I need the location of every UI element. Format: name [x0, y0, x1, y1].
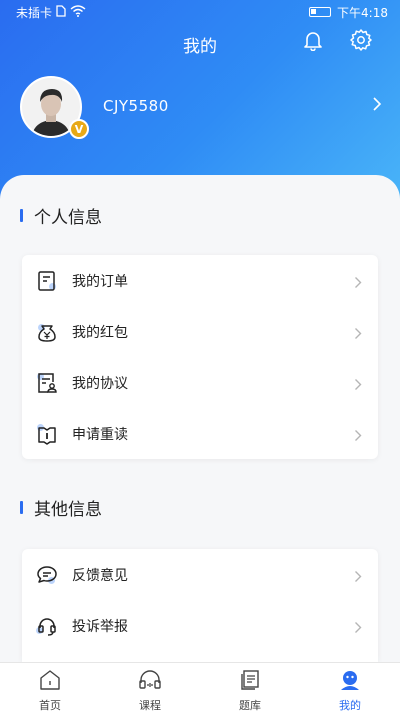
status-bar: 未插卡 下午4:18: [0, 0, 400, 24]
section-title-personal: 个人信息: [20, 203, 102, 228]
content-panel: 个人信息 我的订单 我的红包 我的协议 申请重读 其他信息 反馈意见 投诉举报: [0, 175, 400, 662]
tab-course[interactable]: 课程: [100, 663, 200, 711]
menu-item-label: 投诉举报: [72, 618, 128, 635]
other-info-card: 反馈意见 投诉举报: [22, 549, 378, 662]
menu-item-label: 反馈意见: [72, 567, 128, 584]
carrier-label: 未插卡: [16, 5, 53, 20]
question-bank-icon: [238, 669, 262, 695]
chevron-right-icon: [354, 325, 362, 344]
username: CJY5580: [103, 97, 169, 115]
section-marker: [20, 209, 23, 222]
sim-icon: [56, 4, 66, 20]
battery-icon: [309, 7, 332, 17]
reread-icon: [36, 423, 58, 445]
order-icon: [36, 270, 58, 292]
profile-header: 未插卡 下午4:18 我的 V CJY5580: [0, 0, 400, 200]
page-title: 我的: [183, 37, 217, 57]
red-packet-icon: [36, 321, 58, 343]
menu-item-label: 我的订单: [72, 273, 128, 290]
feedback-icon: [36, 564, 58, 586]
profile-row[interactable]: V CJY5580: [20, 76, 390, 139]
menu-item-red-packet[interactable]: 我的红包: [22, 306, 378, 357]
chevron-right-icon: [354, 274, 362, 293]
chevron-right-icon[interactable]: [372, 96, 382, 116]
menu-item-label: 申请重读: [72, 426, 128, 443]
wifi-icon: [70, 4, 86, 20]
menu-item-agreement[interactable]: 我的协议: [22, 357, 378, 408]
notification-bell-icon[interactable]: [299, 26, 327, 54]
vip-badge: V: [69, 119, 89, 139]
profile-icon: [338, 669, 362, 695]
chevron-right-icon: [354, 619, 362, 638]
menu-item-reread[interactable]: 申请重读: [22, 408, 378, 459]
tab-home[interactable]: 首页: [0, 663, 100, 711]
title-bar: 我的: [0, 24, 400, 64]
section-title-other: 其他信息: [20, 495, 102, 520]
bottom-tab-bar: 首页 课程 题库 我的: [0, 662, 400, 711]
menu-item-orders[interactable]: 我的订单: [22, 255, 378, 306]
chevron-right-icon: [354, 427, 362, 446]
status-time: 下午4:18: [337, 5, 388, 20]
menu-item-label: 我的协议: [72, 375, 128, 392]
home-icon: [38, 669, 62, 695]
tab-profile[interactable]: 我的: [300, 663, 400, 711]
settings-gear-icon[interactable]: [347, 26, 375, 54]
section-marker: [20, 501, 23, 514]
tab-question-bank[interactable]: 题库: [200, 663, 300, 711]
personal-info-card: 我的订单 我的红包 我的协议 申请重读: [22, 255, 378, 459]
complaint-icon: [36, 615, 58, 637]
agreement-icon: [36, 372, 58, 394]
chevron-right-icon: [354, 376, 362, 395]
menu-item-feedback[interactable]: 反馈意见: [22, 549, 378, 600]
menu-item-label: 我的红包: [72, 324, 128, 341]
course-icon: [138, 669, 162, 695]
chevron-right-icon: [354, 568, 362, 587]
menu-item-complaint[interactable]: 投诉举报: [22, 600, 378, 651]
